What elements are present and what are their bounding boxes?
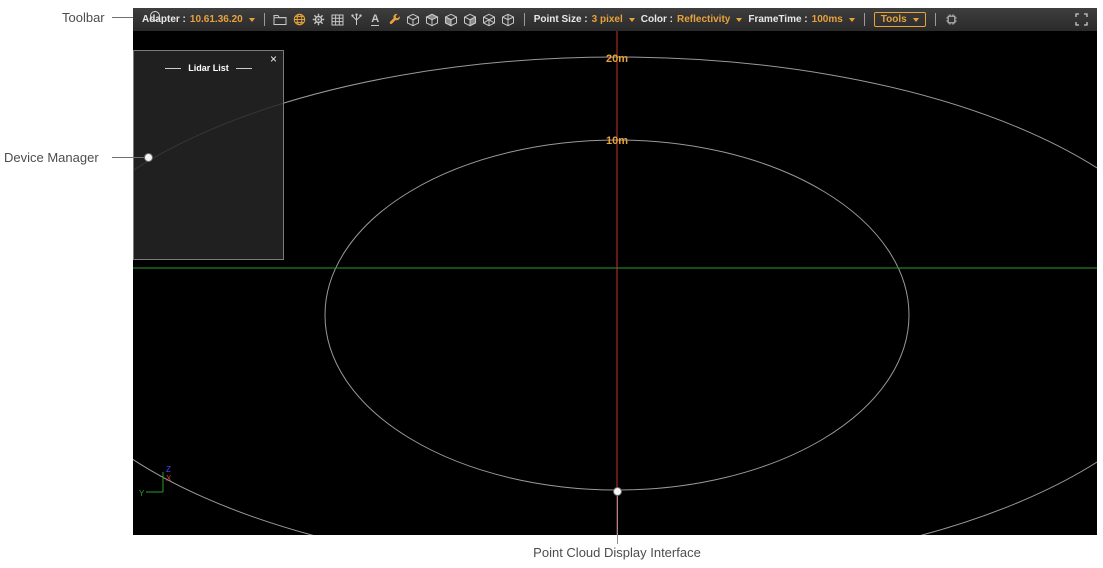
gear-icon[interactable] (309, 11, 328, 29)
tools-button-label: Tools (880, 14, 907, 25)
toolbar-annotation-label: Toolbar (62, 10, 105, 25)
lidar-list-title: Lidar List (188, 63, 229, 73)
device-tree-icon[interactable] (347, 11, 366, 29)
chevron-down-icon[interactable] (628, 17, 635, 22)
point-size-value: 3 pixel (591, 14, 623, 25)
toolbar-divider (523, 13, 525, 26)
toolbar-divider (863, 13, 865, 26)
wrench-icon[interactable] (385, 11, 404, 29)
axis-label-x: X (166, 474, 172, 483)
globe-icon[interactable] (290, 11, 309, 29)
toolbar-annotation-line (112, 17, 133, 18)
point-size-selector[interactable]: Point Size : 3 pixel (534, 14, 635, 25)
device-manager-annotation-label: Device Manager (4, 150, 99, 165)
point-cloud-annotation-label: Point Cloud Display Interface (533, 545, 701, 560)
lidar-list-panel: Lidar List × (133, 50, 284, 260)
chevron-down-icon[interactable] (736, 17, 743, 22)
title-dash-left (165, 67, 182, 69)
color-mode-selector[interactable]: Color : Reflectivity (641, 14, 743, 25)
toolbar-divider (263, 13, 265, 26)
chevron-down-icon (912, 17, 919, 22)
cube-view-icon-6[interactable] (499, 11, 518, 29)
cube-view-icon-4[interactable] (461, 11, 480, 29)
tools-button[interactable]: Tools (873, 12, 926, 27)
adapter-status-icon (150, 11, 160, 21)
font-icon-glyph: A (371, 12, 380, 26)
table-icon[interactable] (328, 11, 347, 29)
adapter-value: 10.61.36.20 (189, 14, 243, 25)
cube-view-icon-1[interactable] (404, 11, 423, 29)
fullscreen-icon[interactable] (1072, 11, 1091, 29)
cube-view-icon-2[interactable] (423, 11, 442, 29)
adapter-label: Adapter : (142, 14, 186, 25)
device-manager-annotation-line (112, 157, 144, 158)
color-mode-label: Color : (640, 14, 673, 25)
point-cloud-display[interactable]: 20m 10m Y Z X Lidar List × (133, 31, 1097, 535)
cube-view-icon-5[interactable] (480, 11, 499, 29)
debug-icon[interactable] (942, 11, 961, 29)
frame-time-label: FrameTime : (748, 14, 808, 25)
axis-label-z: Z (166, 465, 171, 474)
adapter-selector[interactable]: Adapter : 10.61.36.20 (142, 11, 255, 25)
point-size-label: Point Size : (533, 14, 588, 25)
toolbar: Adapter : 10.61.36.20 A Point Size: 3 p… (133, 8, 1097, 31)
lidar-list-title-row: Lidar List (134, 51, 283, 73)
close-icon[interactable]: × (270, 53, 277, 65)
frame-time-value: 100ms (811, 14, 843, 25)
chevron-down-icon[interactable] (248, 17, 255, 22)
folder-icon[interactable] (271, 11, 290, 29)
range-ring-label-10m: 10m (606, 135, 628, 147)
range-ring-label-20m: 20m (606, 53, 628, 65)
lidar-viewer-window: Adapter : 10.61.36.20 A Point Size: 3 p… (133, 8, 1097, 535)
device-manager-annotation-marker (144, 153, 153, 162)
axis-label-y: Y (139, 489, 145, 498)
point-cloud-annotation-line (617, 495, 618, 544)
chevron-down-icon[interactable] (848, 17, 855, 22)
title-dash-right (235, 67, 252, 69)
color-mode-value: Reflectivity (677, 14, 731, 25)
toolbar-divider (934, 13, 936, 26)
point-cloud-annotation-marker (613, 487, 622, 496)
cube-view-icon-3[interactable] (442, 11, 461, 29)
font-icon[interactable]: A (366, 11, 385, 29)
frame-time-selector[interactable]: FrameTime : 100ms (748, 14, 855, 25)
